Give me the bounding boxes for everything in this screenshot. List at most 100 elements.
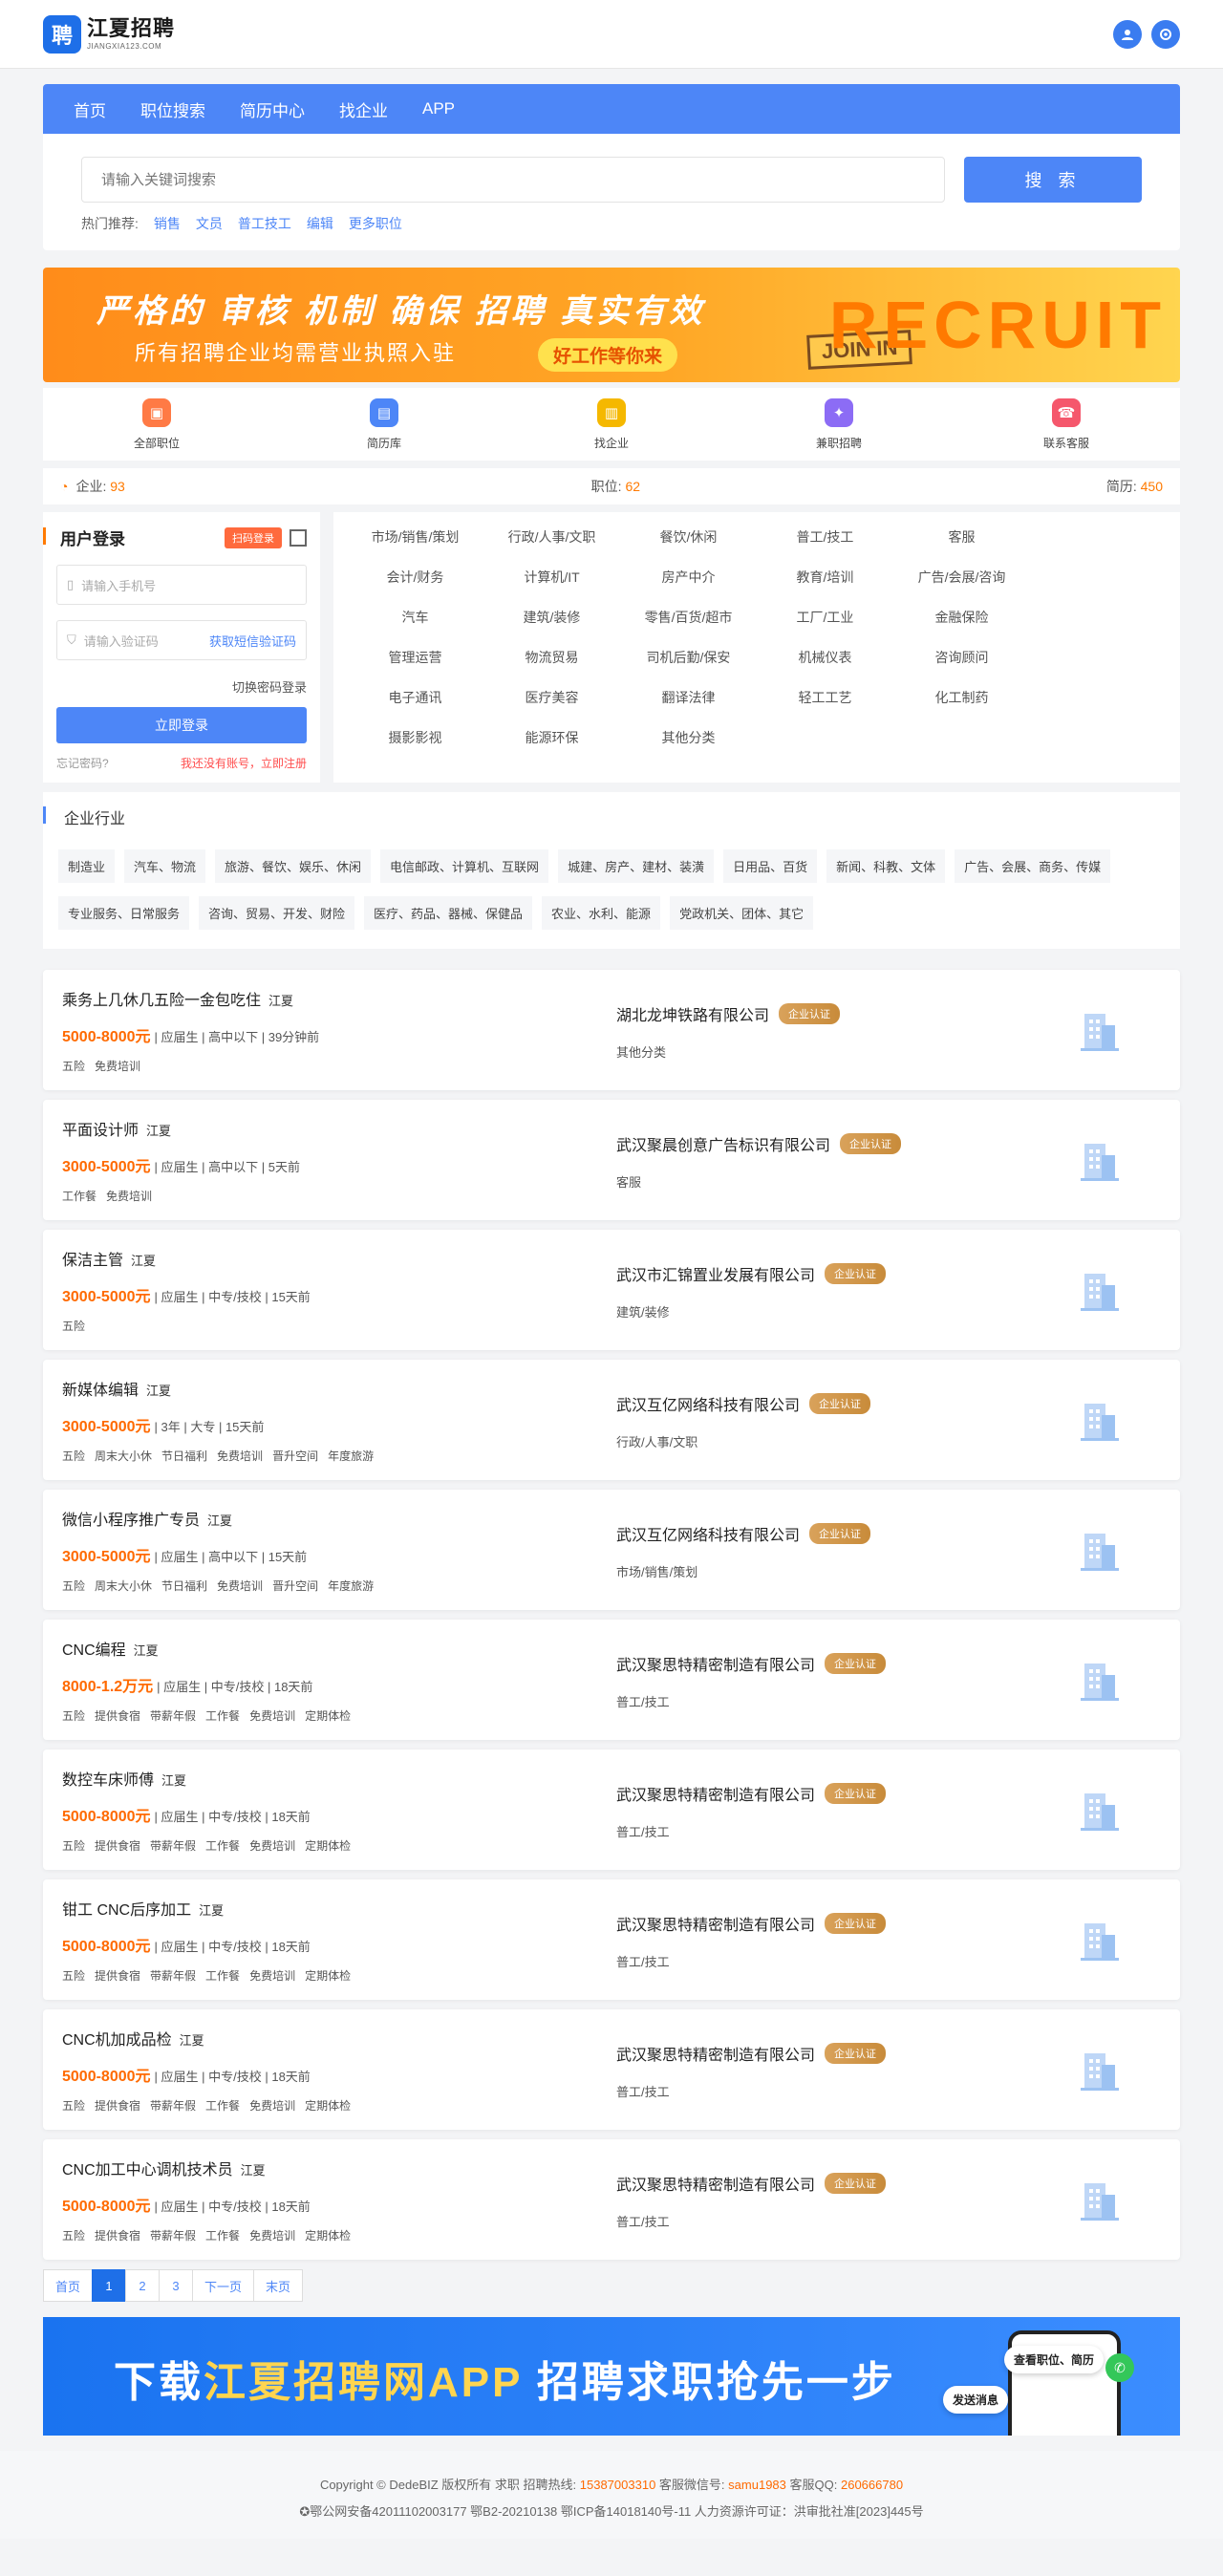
industry-tag[interactable]: 党政机关、团体、其它 <box>670 896 814 930</box>
company-name[interactable]: 武汉聚思特精密制造有限公司 <box>616 2042 815 2065</box>
job-card[interactable]: CNC加工中心调机技术员 江夏 5000-8000元 | 应届生 | 中专/技校 |… <box>43 2139 1180 2260</box>
app-download-banner[interactable]: 下载江夏招聘网APP 招聘求职抢先一步 查看职位、简历 ✆ 发送消息 <box>43 2317 1180 2436</box>
category-item[interactable]: 摄影影视 <box>347 728 483 747</box>
quick-part-time[interactable]: ✦ 兼职招聘 <box>782 397 896 451</box>
job-card[interactable]: 平面设计师 江夏 3000-5000元 | 应届生 | 高中以下 | 5天前 工作餐… <box>43 1100 1180 1220</box>
forgot-password-link[interactable]: 忘记密码? <box>56 755 109 771</box>
company-name[interactable]: 武汉聚思特精密制造有限公司 <box>616 1782 815 1805</box>
category-item[interactable]: 行政/人事/文职 <box>483 527 620 547</box>
page-3[interactable]: 3 <box>159 2269 194 2302</box>
company-name[interactable]: 武汉互亿网络科技有限公司 <box>616 1522 800 1545</box>
page-2[interactable]: 2 <box>125 2269 161 2302</box>
company-name[interactable]: 武汉聚思特精密制造有限公司 <box>616 1912 815 1935</box>
company-name[interactable]: 湖北龙坤铁路有限公司 <box>616 1002 769 1025</box>
nav-home[interactable]: 首页 <box>74 97 106 121</box>
nav-find-company[interactable]: 找企业 <box>339 97 388 121</box>
industry-tag[interactable]: 日用品、百货 <box>723 849 818 883</box>
qr-code-icon[interactable] <box>290 528 307 547</box>
category-item[interactable]: 餐饮/休闲 <box>620 527 757 547</box>
category-item[interactable]: 物流贸易 <box>483 648 620 667</box>
industry-tag[interactable]: 医疗、药品、器械、保健品 <box>364 896 533 930</box>
category-item[interactable]: 化工制药 <box>893 688 1030 707</box>
industry-tag[interactable]: 电信邮政、计算机、互联网 <box>380 849 549 883</box>
category-item[interactable]: 咨询顾问 <box>893 648 1030 667</box>
category-item[interactable]: 其他分类 <box>620 728 757 747</box>
job-title[interactable]: CNC加工中心调机技术员 <box>62 2162 233 2179</box>
get-sms-code-button[interactable]: 获取短信验证码 <box>209 632 296 650</box>
publish-icon[interactable] <box>1151 20 1180 49</box>
register-link[interactable]: 我还没有账号，立即注册 <box>181 755 307 771</box>
job-title[interactable]: 微信小程序推广专员 <box>62 1513 200 1529</box>
job-title[interactable]: CNC机加成品检 <box>62 2032 172 2049</box>
job-title[interactable]: 钳工 CNC后序加工 <box>62 1902 191 1919</box>
job-title[interactable]: 保洁主管 <box>62 1253 123 1269</box>
category-item[interactable]: 司机后勤/保安 <box>620 648 757 667</box>
category-item[interactable]: 计算机/IT <box>483 568 620 587</box>
nav-app[interactable]: APP <box>422 99 455 118</box>
category-item[interactable]: 机械仪表 <box>757 648 893 667</box>
hot-more[interactable]: 更多职位 <box>349 214 402 233</box>
category-item[interactable]: 市场/销售/策划 <box>347 527 483 547</box>
category-item[interactable]: 教育/培训 <box>757 568 893 587</box>
category-item[interactable]: 客服 <box>893 527 1030 547</box>
company-name[interactable]: 武汉市汇锦置业发展有限公司 <box>616 1262 815 1285</box>
category-item[interactable]: 房产中介 <box>620 568 757 587</box>
phone-field[interactable]: ▯ 请输入手机号 <box>56 565 307 605</box>
promo-banner[interactable]: 严格的 审核 机制 确保 招聘 真实有效 所有招聘企业均需营业执照入驻 好工作等… <box>43 268 1180 382</box>
user-icon[interactable] <box>1113 20 1142 49</box>
search-input[interactable] <box>81 157 945 203</box>
industry-tag[interactable]: 汽车、物流 <box>124 849 206 883</box>
job-card[interactable]: 微信小程序推广专员 江夏 3000-5000元 | 应届生 | 高中以下 | 15天… <box>43 1490 1180 1610</box>
quick-contact-service[interactable]: ☎ 联系客服 <box>1009 397 1124 451</box>
job-title[interactable]: 数控车床师傅 <box>62 1772 154 1789</box>
site-logo[interactable]: 聘 江夏招聘 JIANGXIA123.COM <box>43 15 175 54</box>
page-last[interactable]: 末页 <box>253 2269 304 2302</box>
category-item[interactable]: 医疗美容 <box>483 688 620 707</box>
category-item[interactable]: 零售/百货/超市 <box>620 608 757 627</box>
category-item[interactable]: 翻译法律 <box>620 688 757 707</box>
category-item[interactable]: 管理运营 <box>347 648 483 667</box>
switch-password-login[interactable]: 切换密码登录 <box>56 677 307 696</box>
industry-tag[interactable]: 专业服务、日常服务 <box>58 896 190 930</box>
quick-resume-library[interactable]: ▤ 简历库 <box>327 397 441 451</box>
job-card[interactable]: CNC机加成品检 江夏 5000-8000元 | 应届生 | 中专/技校 | 18天… <box>43 2009 1180 2130</box>
company-name[interactable]: 武汉聚思特精密制造有限公司 <box>616 2172 815 2195</box>
job-card[interactable]: CNC编程 江夏 8000-1.2万元 | 应届生 | 中专/技校 | 18天前 五… <box>43 1620 1180 1740</box>
industry-tag[interactable]: 城建、房产、建材、装潢 <box>558 849 715 883</box>
industry-tag[interactable]: 新闻、科教、文体 <box>826 849 946 883</box>
industry-tag[interactable]: 广告、会展、商务、传媒 <box>955 849 1111 883</box>
industry-tag[interactable]: 制造业 <box>58 849 116 883</box>
industry-tag[interactable]: 农业、水利、能源 <box>542 896 661 930</box>
category-item[interactable]: 建筑/装修 <box>483 608 620 627</box>
category-item[interactable]: 电子通讯 <box>347 688 483 707</box>
quick-find-company[interactable]: ▥ 找企业 <box>554 397 669 451</box>
category-item[interactable]: 金融保险 <box>893 608 1030 627</box>
scan-login-tag[interactable]: 扫码登录 <box>225 526 282 548</box>
company-name[interactable]: 武汉聚晨创意广告标识有限公司 <box>616 1132 830 1155</box>
job-card[interactable]: 乘务上几休几五险一金包吃住 江夏 5000-8000元 | 应届生 | 高中以下 |… <box>43 970 1180 1090</box>
hot-item[interactable]: 销售 <box>154 214 181 233</box>
hot-item[interactable]: 普工技工 <box>238 214 291 233</box>
job-card[interactable]: 数控车床师傅 江夏 5000-8000元 | 应届生 | 中专/技校 | 18天前 … <box>43 1750 1180 1870</box>
company-name[interactable]: 武汉聚思特精密制造有限公司 <box>616 1652 815 1675</box>
page-first[interactable]: 首页 <box>43 2269 94 2302</box>
job-card[interactable]: 新媒体编辑 江夏 3000-5000元 | 3年 | 大专 | 15天前 五险 周末大… <box>43 1360 1180 1480</box>
job-title[interactable]: CNC编程 <box>62 1642 126 1659</box>
company-name[interactable]: 武汉互亿网络科技有限公司 <box>616 1392 800 1415</box>
industry-tag[interactable]: 咨询、贸易、开发、财险 <box>199 896 355 930</box>
search-button[interactable]: 搜 索 <box>964 157 1142 203</box>
page-1[interactable]: 1 <box>92 2269 127 2302</box>
login-button[interactable]: 立即登录 <box>56 707 307 743</box>
job-title[interactable]: 平面设计师 <box>62 1123 139 1139</box>
category-item[interactable]: 汽车 <box>347 608 483 627</box>
hot-item[interactable]: 文员 <box>196 214 223 233</box>
job-title[interactable]: 新媒体编辑 <box>62 1383 139 1399</box>
category-item[interactable]: 能源环保 <box>483 728 620 747</box>
code-field[interactable]: ⛉ 请输入验证码 获取短信验证码 <box>56 620 307 660</box>
page-next[interactable]: 下一页 <box>192 2269 255 2302</box>
category-item[interactable]: 工厂/工业 <box>757 608 893 627</box>
category-item[interactable]: 会计/财务 <box>347 568 483 587</box>
category-item[interactable]: 轻工工艺 <box>757 688 893 707</box>
category-item[interactable]: 广告/会展/咨询 <box>893 568 1030 587</box>
job-card[interactable]: 钳工 CNC后序加工 江夏 5000-8000元 | 应届生 | 中专/技校 | 1… <box>43 1879 1180 2000</box>
